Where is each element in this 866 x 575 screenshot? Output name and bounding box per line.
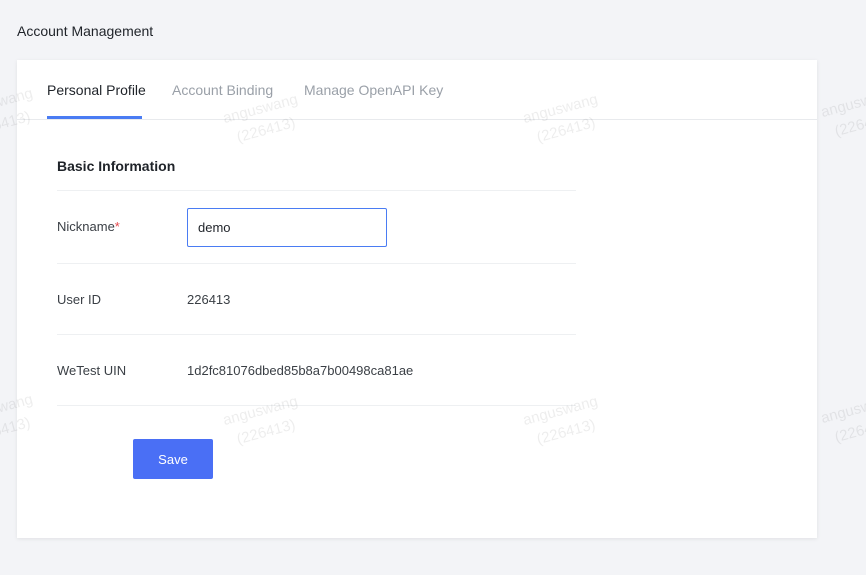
profile-card: Personal Profile Account Binding Manage … (17, 60, 817, 538)
tab-account-binding[interactable]: Account Binding (172, 82, 273, 98)
section-title: Basic Information (57, 158, 176, 174)
wetest-uin-label: WeTest UIN (57, 363, 127, 378)
page: Account Management Personal Profile Acco… (0, 0, 866, 575)
tab-bar: Personal Profile Account Binding Manage … (17, 60, 817, 120)
page-title: Account Management (17, 23, 154, 39)
watermark-id: (226413) (832, 414, 866, 447)
tab-manage-openapi-key[interactable]: Manage OpenAPI Key (304, 82, 443, 98)
nickname-label: Nickname* (57, 219, 120, 234)
divider (57, 190, 576, 191)
user-id-value: 226413 (187, 292, 231, 307)
save-button[interactable]: Save (133, 439, 213, 479)
active-tab-indicator (47, 116, 142, 119)
divider (57, 334, 576, 335)
watermark: anguswang(226413) (819, 83, 866, 145)
watermark-name: anguswang (819, 84, 866, 122)
divider (57, 263, 576, 264)
divider (57, 405, 576, 406)
watermark-id: (226413) (832, 108, 866, 141)
nickname-label-text: Nickname (57, 219, 115, 234)
watermark-name: anguswang (819, 390, 866, 428)
required-mark: * (114, 219, 120, 234)
nickname-input[interactable] (187, 208, 387, 247)
wetest-uin-value: 1d2fc81076dbed85b8a7b00498ca81ae (187, 363, 414, 378)
watermark: anguswang(226413) (819, 389, 866, 451)
tab-personal-profile[interactable]: Personal Profile (47, 82, 146, 98)
user-id-label: User ID (57, 292, 102, 307)
